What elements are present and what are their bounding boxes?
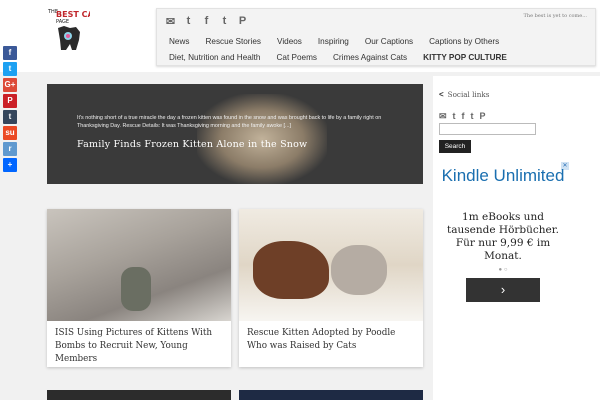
post-card-partial[interactable] [47, 390, 231, 400]
social-links-heading: < Social links [439, 90, 490, 99]
main-navigation: ✉ t f t P The best is yet to come... New… [156, 8, 596, 66]
envelope-icon[interactable]: ✉ [439, 111, 447, 122]
search-button[interactable]: Search [439, 140, 471, 153]
facebook-share-icon[interactable]: f [3, 46, 17, 60]
share-bar: f t G+ P t su r + [3, 46, 17, 172]
post-card-partial[interactable] [239, 390, 423, 400]
menu-item-cat-poems[interactable]: Cat Poems [268, 53, 325, 62]
menu-item-crimes-against-cats[interactable]: Crimes Against Cats [325, 53, 415, 62]
header-social-icons: ✉ t f t P [165, 15, 248, 28]
featured-post[interactable]: It's nothing short of a true miracle the… [47, 84, 423, 184]
ad-carousel-dots[interactable]: ● ○ [437, 267, 569, 273]
svg-text:PAGE: PAGE [56, 19, 69, 25]
poodle-shape [253, 241, 329, 299]
featured-title[interactable]: Family Finds Frozen Kitten Alone in the … [77, 139, 307, 150]
sidebar-social-icons: ✉ t f t P [439, 111, 486, 122]
tumblr-icon[interactable]: t [219, 15, 230, 28]
menu-item-news[interactable]: News [161, 37, 197, 46]
reddit-share-icon[interactable]: r [3, 142, 17, 156]
search-input[interactable] [439, 123, 536, 135]
tumblr-icon[interactable]: t [471, 111, 474, 122]
menu-item-captions-by-others[interactable]: Captions by Others [421, 37, 507, 46]
chevron-right-icon[interactable]: › [466, 278, 540, 302]
menu-item-videos[interactable]: Videos [269, 37, 310, 46]
menu-row-secondary: Diet, Nutrition and Health Cat Poems Cri… [161, 53, 515, 62]
ad-brand[interactable]: Kindle Unlimited [437, 166, 569, 185]
twitter-icon[interactable]: t [453, 111, 456, 122]
site-tagline: The best is yet to come... [523, 13, 587, 19]
google-plus-share-icon[interactable]: G+ [3, 78, 17, 92]
svg-text:BEST CAT: BEST CAT [56, 10, 90, 19]
twitter-icon[interactable]: t [183, 15, 194, 28]
menu-item-diet-nutrition[interactable]: Diet, Nutrition and Health [161, 53, 268, 62]
menu-row-primary: News Rescue Stories Videos Inspiring Our… [161, 37, 507, 46]
tumblr-share-icon[interactable]: t [3, 110, 17, 124]
twitter-share-icon[interactable]: t [3, 62, 17, 76]
post-title[interactable]: ISIS Using Pictures of Kittens With Bomb… [55, 327, 223, 366]
facebook-icon[interactable]: f [462, 111, 465, 122]
share-icon: < [439, 90, 444, 99]
menu-item-kitty-pop-culture[interactable]: KITTY POP CULTURE [415, 53, 515, 62]
menu-item-our-captions[interactable]: Our Captions [357, 37, 421, 46]
kindle-ad[interactable]: ✕ Kindle Unlimited 1m eBooks und tausend… [437, 162, 569, 312]
post-thumbnail[interactable] [239, 209, 423, 321]
more-share-icon[interactable]: + [3, 158, 17, 172]
site-header: THE BEST CAT PAGE ✉ t f t P The best is … [0, 0, 600, 72]
menu-item-inspiring[interactable]: Inspiring [310, 37, 357, 46]
post-title[interactable]: Rescue Kitten Adopted by Poodle Who was … [247, 327, 415, 353]
pinterest-icon[interactable]: P [480, 111, 486, 122]
featured-excerpt: It's nothing short of a true miracle the… [77, 115, 382, 129]
menu-item-rescue-stories[interactable]: Rescue Stories [197, 37, 269, 46]
stumbleupon-share-icon[interactable]: su [3, 126, 17, 140]
facebook-icon[interactable]: f [201, 15, 212, 28]
pinterest-icon[interactable]: P [237, 15, 248, 28]
post-thumbnail[interactable] [47, 209, 231, 321]
ad-body: 1m eBooks und tausende Hörbücher. Für nu… [447, 211, 559, 262]
post-card[interactable]: Rescue Kitten Adopted by Poodle Who was … [239, 209, 423, 367]
post-card[interactable]: ISIS Using Pictures of Kittens With Bomb… [47, 209, 231, 367]
grenade-shape [121, 267, 151, 311]
site-logo[interactable]: THE BEST CAT PAGE [46, 6, 90, 52]
pinterest-share-icon[interactable]: P [3, 94, 17, 108]
envelope-icon[interactable]: ✉ [165, 15, 176, 28]
kitten-shape [331, 245, 387, 295]
